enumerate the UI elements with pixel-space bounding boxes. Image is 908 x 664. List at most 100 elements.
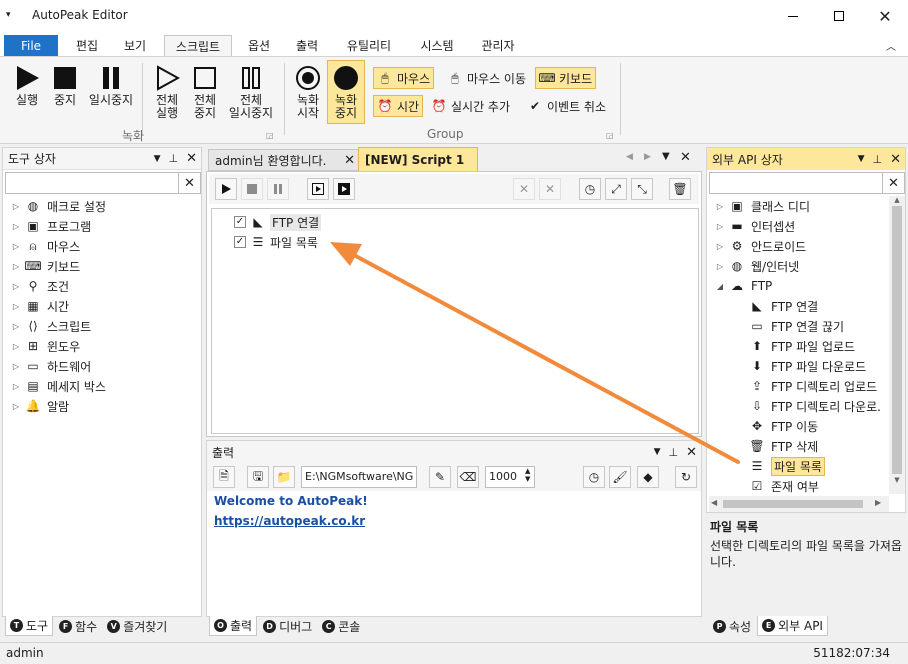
expand-icon[interactable]: ▷ (11, 402, 21, 411)
dropdown-icon[interactable]: ▼ (154, 154, 161, 164)
clear-search-button[interactable]: ✕ (178, 173, 200, 193)
tab-output-pane[interactable]: O 출력 (209, 616, 258, 636)
tab-functions[interactable]: F 함수 (55, 616, 101, 636)
clock-button[interactable]: ◷ (583, 466, 605, 488)
toolbox-item[interactable]: ▷ ⍝ 마우스 (11, 236, 80, 256)
expand-icon[interactable]: ▷ (11, 262, 21, 271)
scroll-right-icon[interactable]: ▶ (644, 152, 651, 162)
api-ftp-item[interactable]: ▭ FTP 연결 끊기 (749, 316, 844, 336)
pause-button[interactable]: 일시중지 (86, 65, 136, 107)
tab-system[interactable]: 시스템 (410, 35, 464, 56)
checkbox[interactable]: ✓ (234, 216, 246, 228)
save-log-button[interactable]: 🖫 (247, 466, 269, 488)
pin-icon[interactable]: ⊥ (669, 446, 679, 459)
open-folder-button[interactable]: 📁 (273, 466, 295, 488)
scrollbar-thumb[interactable] (723, 500, 863, 508)
expand-icon[interactable]: ▷ (11, 202, 21, 211)
expand-icon[interactable]: ▷ (715, 242, 725, 251)
api-search-input[interactable]: ✕ (709, 172, 905, 194)
expand-icon[interactable]: ▷ (11, 302, 21, 311)
tab-properties[interactable]: P 속성 (709, 616, 755, 636)
minimize-button[interactable] (770, 0, 816, 32)
tab-tools[interactable]: T 도구 (5, 616, 54, 636)
run-selected-button[interactable] (333, 178, 355, 200)
toolbox-search-input[interactable]: ✕ (5, 172, 201, 194)
api-category[interactable]: ▷ ▣ 클래스 디디 (715, 196, 810, 216)
expand-icon[interactable]: ▷ (11, 222, 21, 231)
api-ftp-item[interactable]: ✥ FTP 이동 (749, 416, 818, 436)
all-stop-button[interactable]: 전체 중지 (186, 65, 224, 120)
expand-icon[interactable]: ▷ (11, 242, 21, 251)
brush-button[interactable]: 🖌 (609, 466, 631, 488)
toolbox-item[interactable]: ▷ ▤ 메세지 박스 (11, 376, 106, 396)
tab-admin[interactable]: 관리자 (470, 35, 526, 56)
realtime-add-toggle[interactable]: ⏰ 실시간 추가 (428, 95, 513, 117)
api-ftp-item[interactable]: ☰ 파일 목록 (749, 456, 825, 476)
expand-icon[interactable]: ▷ (715, 222, 725, 231)
spinner-icon[interactable]: ▲ ▼ (525, 467, 530, 483)
close-window-button[interactable]: ✕ (862, 0, 908, 32)
api-category[interactable]: ▷ ⚙ 안드로이드 (715, 236, 806, 256)
toolbox-item[interactable]: ▷ ▣ 프로그램 (11, 216, 91, 236)
collapse-all-button[interactable]: ⤡ (631, 178, 653, 200)
api-ftp-item[interactable]: ⬇ FTP 파일 다운로드 (749, 356, 866, 376)
mouse-toggle[interactable]: 🖱 마우스 (373, 67, 435, 89)
dialog-launcher-icon[interactable]: ◲ (266, 131, 274, 140)
checkbox[interactable]: ✓ (234, 236, 246, 248)
tab-edit[interactable]: 편집 (64, 35, 110, 56)
tab-script-1[interactable]: [NEW] Script 1 (358, 147, 478, 171)
tab-welcome[interactable]: admin님 환영합니다. ✕ (208, 149, 360, 171)
dropdown-icon[interactable]: ▼ (654, 447, 661, 457)
new-log-button[interactable]: 🗎 (213, 466, 235, 488)
api-category[interactable]: ▷ ▬ 인터셉션 (715, 216, 795, 236)
clear-search-button[interactable]: ✕ (882, 173, 904, 193)
expand-icon[interactable]: ▷ (715, 202, 725, 211)
run-button[interactable]: 실행 (8, 65, 46, 107)
fill-button[interactable]: ◆ (637, 466, 659, 488)
api-ftp-item[interactable]: 🗑 FTP 삭제 (749, 436, 818, 456)
api-ftp-item[interactable]: ⇪ FTP 디렉토리 업로드 (749, 376, 877, 396)
output-link[interactable]: https://autopeak.co.kr (214, 514, 365, 528)
tab-file[interactable]: File (4, 35, 58, 56)
expand-icon[interactable]: ▷ (715, 262, 725, 271)
history-button[interactable]: ◷ (579, 178, 601, 200)
close-panel-button[interactable]: ✕ (686, 445, 697, 460)
tab-utility[interactable]: 유틸리티 (336, 35, 402, 56)
scrollbar-thumb[interactable] (892, 206, 902, 474)
record-start-button[interactable]: 녹화 시작 (290, 65, 326, 120)
tab-options[interactable]: 옵션 (236, 35, 282, 56)
toolbox-item[interactable]: ▷ ▭ 하드웨어 (11, 356, 91, 376)
tab-output[interactable]: 출력 (284, 35, 330, 56)
eraser-button[interactable]: ⌫ (457, 466, 479, 488)
event-cancel-toggle[interactable]: ✔ 이벤트 취소 (524, 95, 609, 117)
tab-debug[interactable]: D 디버그 (259, 616, 316, 636)
toolbox-item[interactable]: ▷ ⟨⟩ 스크립트 (11, 316, 91, 336)
pause-script-button[interactable] (267, 178, 289, 200)
api-ftp-item[interactable]: ☑ 존재 여부 (749, 476, 819, 496)
expand-all-button[interactable]: ⤢ (605, 178, 627, 200)
api-category[interactable]: ▷ ◍ 웹/인터넷 (715, 256, 799, 276)
keyboard-toggle[interactable]: ⌨ 키보드 (535, 67, 597, 89)
expand-icon[interactable]: ▷ (11, 322, 21, 331)
tab-console[interactable]: C 콘솔 (318, 616, 364, 636)
api-ftp-item[interactable]: ⇩ FTP 디렉토리 다운로. (749, 396, 881, 416)
dialog-launcher-icon[interactable]: ◲ (606, 131, 614, 140)
script-line[interactable]: ✓ ◣ FTP 연결 (234, 213, 322, 231)
refresh-button[interactable]: ↻ (675, 466, 697, 488)
clean-button[interactable]: ✎ (429, 466, 451, 488)
quick-access-icon[interactable]: ▾ (6, 10, 11, 20)
toolbox-item[interactable]: ▷ ⚲ 조건 (11, 276, 69, 296)
vertical-scrollbar[interactable]: ▲ ▼ (889, 196, 905, 494)
api-ftp-item[interactable]: ◣ FTP 연결 (749, 296, 818, 316)
collapse-ribbon-icon[interactable]: ︿ (886, 38, 896, 53)
expand-icon[interactable]: ▷ (11, 382, 21, 391)
record-stop-button[interactable]: 녹화 중지 (327, 60, 365, 124)
maximize-button[interactable] (816, 0, 862, 32)
expand-icon[interactable]: ▷ (11, 362, 21, 371)
api-category[interactable]: ◢ ☁ FTP (715, 276, 772, 296)
tab-external-api[interactable]: E 외부 API (757, 616, 828, 636)
scroll-left-icon[interactable]: ◀ (626, 152, 633, 162)
tab-view[interactable]: 보기 (112, 35, 158, 56)
close-tab-icon[interactable]: ✕ (344, 153, 355, 168)
close-panel-button[interactable]: ✕ (186, 151, 197, 166)
